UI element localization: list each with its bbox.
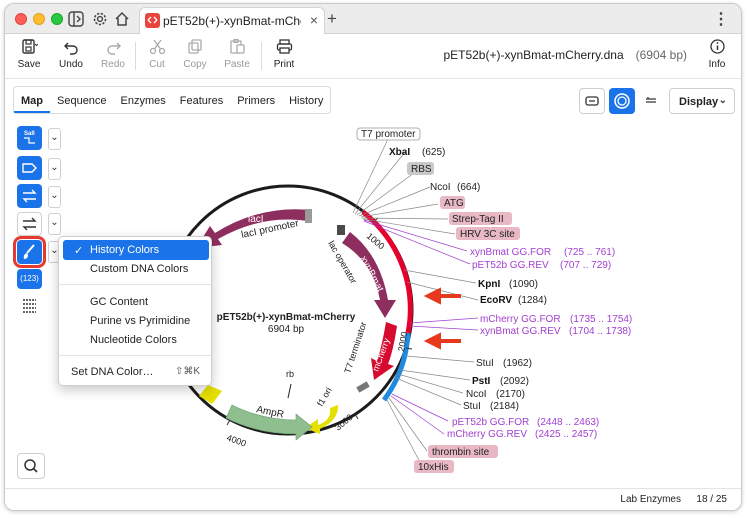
- dna-colors-tool[interactable]: [13, 236, 46, 268]
- orf-arrows-icon: [22, 217, 37, 231]
- menu-item-label: Custom DNA Colors: [90, 263, 189, 275]
- circular-view-button[interactable]: [609, 88, 635, 114]
- paste-icon: [229, 38, 245, 54]
- tab-primers[interactable]: Primers: [230, 87, 282, 113]
- linear-view-button[interactable]: [579, 88, 605, 114]
- new-tab-icon[interactable]: +: [327, 9, 337, 29]
- toolbar-divider: [261, 42, 262, 70]
- menu-item-label: GC Content: [90, 296, 149, 308]
- orfs-caret[interactable]: ⌄: [48, 213, 61, 235]
- tab-enzymes[interactable]: Enzymes: [114, 87, 173, 113]
- sequence-view-button[interactable]: [639, 88, 665, 114]
- numbering-tool[interactable]: (123): [17, 269, 42, 289]
- paintbrush-icon: [23, 244, 35, 259]
- minimize-window-button[interactable]: [33, 13, 45, 25]
- menu-item-nucleotide-colors[interactable]: Nucleotide Colors: [63, 330, 209, 350]
- scissors-icon: [149, 39, 165, 55]
- display-menu-button[interactable]: Display ⌄: [669, 88, 735, 114]
- chevron-down-icon: ⌄: [718, 95, 727, 106]
- more-menu-icon[interactable]: ⋮: [713, 9, 729, 29]
- feature-arrow-icon: [22, 163, 37, 173]
- gear-icon[interactable]: [91, 10, 109, 28]
- copy-icon: [187, 39, 202, 54]
- redo-button[interactable]: Redo: [97, 38, 129, 70]
- info-icon: [709, 39, 725, 54]
- tab-map[interactable]: Map: [14, 87, 50, 113]
- linear-map-icon: [585, 96, 599, 106]
- sequence-text-tool[interactable]: [17, 295, 42, 319]
- document-length: (6904 bp): [635, 48, 687, 62]
- enzyme-cut-icon: SalI: [24, 131, 35, 144]
- print-button[interactable]: Print: [268, 38, 300, 70]
- document-title: pET52b(+)-xynBmat-mCherry.dna (6904 bp): [443, 48, 687, 62]
- toolbar-divider: [135, 42, 136, 70]
- menu-separator: [59, 355, 211, 356]
- tab-features[interactable]: Features: [173, 87, 230, 113]
- save-label: Save: [17, 59, 41, 70]
- copy-button[interactable]: Copy: [179, 38, 211, 70]
- cut-button[interactable]: Cut: [141, 38, 173, 70]
- menu-item-purine-vs-pyrimidine[interactable]: Purine vs Pyrimidine: [63, 311, 209, 331]
- redo-icon: [106, 42, 121, 55]
- display-label: Display: [679, 96, 719, 108]
- menu-item-label: History Colors: [90, 244, 160, 256]
- sequence-lines-icon: [646, 97, 656, 103]
- magnifier-icon: [24, 459, 38, 473]
- menu-item-label: Purine vs Pyrimidine: [90, 315, 191, 327]
- redo-label: Redo: [101, 59, 125, 70]
- menu-item-label: Set DNA Color…: [71, 366, 154, 378]
- features-caret[interactable]: ⌄: [48, 158, 61, 180]
- restriction-sites-tool[interactable]: SalI: [17, 126, 42, 150]
- view-tab-bar: Map Sequence Enzymes Features Primers Hi…: [13, 86, 332, 114]
- document-tab[interactable]: pET52b(+)-xynBmat-mCherry ×: [139, 7, 325, 34]
- orfs-tool[interactable]: [17, 212, 42, 236]
- tab-sequence[interactable]: Sequence: [50, 87, 114, 113]
- svg-text:SalI: SalI: [24, 131, 35, 137]
- save-button[interactable]: Save: [13, 38, 45, 70]
- cut-label: Cut: [149, 59, 165, 70]
- status-bar: Lab Enzymes 18 / 25: [5, 488, 741, 510]
- title-bar: pET52b(+)-xynBmat-mCherry × + ⋮: [5, 4, 741, 34]
- menu-item-gc-content[interactable]: GC Content: [63, 292, 209, 312]
- keyboard-shortcut: ⇧⌘K: [174, 366, 200, 377]
- dna-colors-menu: ✓ History Colors Custom DNA Colors GC Co…: [58, 236, 212, 386]
- printer-icon: [276, 39, 292, 54]
- tab-close-icon[interactable]: ×: [310, 12, 318, 28]
- zoom-window-button[interactable]: [51, 13, 63, 25]
- tab-history[interactable]: History: [282, 87, 330, 113]
- print-label: Print: [273, 59, 295, 70]
- menu-item-history-colors[interactable]: ✓ History Colors: [63, 240, 209, 260]
- undo-label: Undo: [59, 59, 83, 70]
- text-lines-icon: [23, 299, 36, 313]
- menu-item-label: Nucleotide Colors: [90, 334, 177, 346]
- save-icon: [21, 39, 38, 54]
- primers-tool[interactable]: [17, 184, 42, 208]
- sidebar-toggle-icon[interactable]: [67, 10, 85, 28]
- restriction-sites-caret[interactable]: ⌄: [48, 128, 61, 150]
- document-filename: pET52b(+)-xynBmat-mCherry.dna: [443, 48, 624, 62]
- primer-arrows-icon: [22, 189, 37, 203]
- menu-separator: [59, 284, 211, 285]
- menu-item-set-dna-color[interactable]: Set DNA Color… ⇧⌘K: [63, 362, 209, 382]
- primers-caret[interactable]: ⌄: [48, 186, 61, 208]
- close-window-button[interactable]: [15, 13, 27, 25]
- tab-title: pET52b(+)-xynBmat-mCherry: [163, 14, 301, 28]
- undo-icon: [63, 42, 78, 55]
- home-icon[interactable]: [113, 10, 131, 28]
- info-label: Info: [708, 59, 726, 70]
- checkmark-icon: ✓: [74, 245, 84, 257]
- enzyme-set-label[interactable]: Lab Enzymes: [620, 494, 681, 505]
- snapgene-file-icon: [145, 13, 160, 28]
- copy-label: Copy: [183, 59, 207, 70]
- zoom-button[interactable]: [17, 453, 45, 479]
- paste-button[interactable]: Paste: [221, 38, 253, 70]
- enzyme-count: 18 / 25: [696, 494, 727, 505]
- circular-map-icon: [614, 93, 630, 109]
- undo-button[interactable]: Undo: [55, 38, 87, 70]
- menu-item-custom-dna-colors[interactable]: Custom DNA Colors: [63, 259, 209, 279]
- main-toolbar: Save Undo Redo Cut Copy Paste Print pET5…: [5, 34, 741, 79]
- paste-label: Paste: [224, 59, 250, 70]
- info-button[interactable]: Info: [699, 38, 735, 70]
- features-tool[interactable]: [17, 156, 42, 180]
